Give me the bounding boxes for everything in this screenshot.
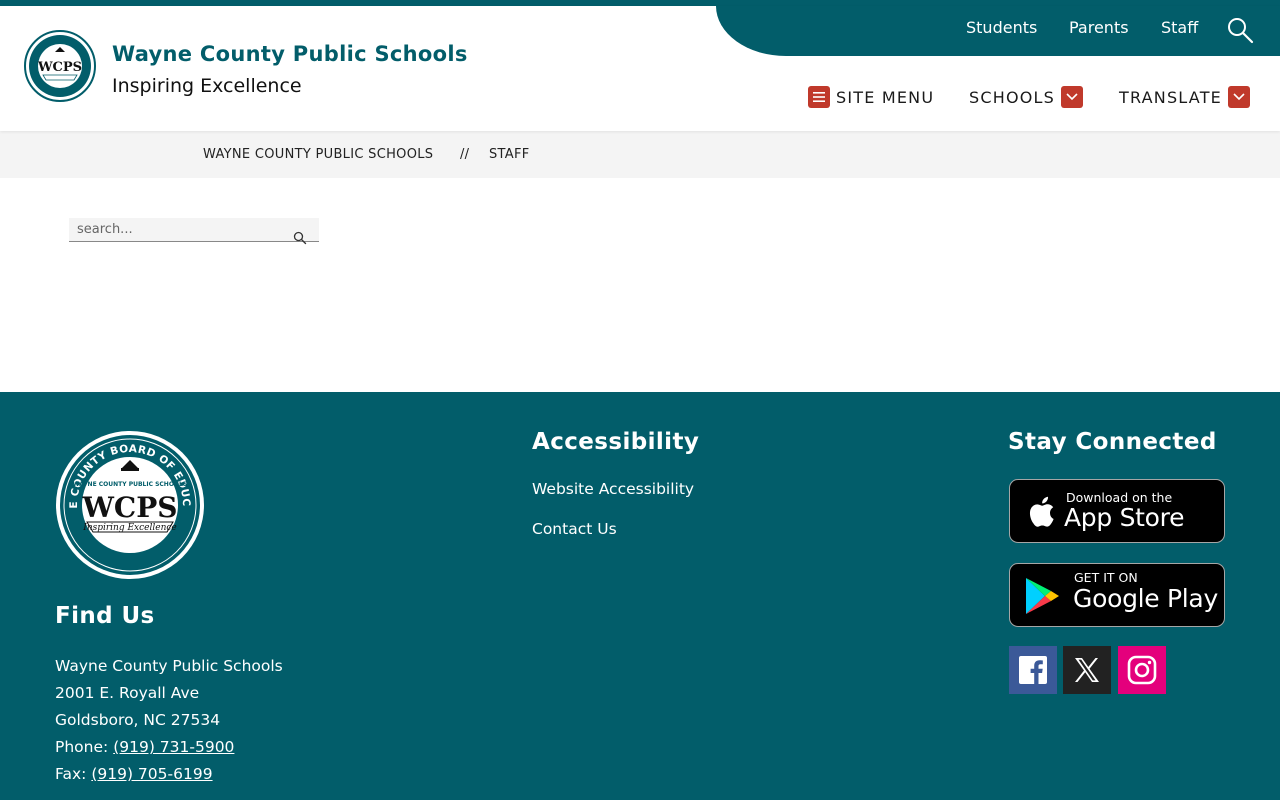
top-link-staff[interactable]: Staff xyxy=(1161,18,1198,37)
staff-search-box xyxy=(69,218,319,245)
schools-dropdown[interactable]: SCHOOLS xyxy=(969,86,1084,108)
google-play-badge[interactable]: GET IT ON Google Play xyxy=(1009,563,1225,627)
district-seal-logo: WAYNE COUNTY BOARD OF EDUCATION Goldsbor… xyxy=(55,430,204,579)
site-header: WCPS Wayne County Public Schools Inspiri… xyxy=(0,6,1280,131)
breadcrumb: WAYNE COUNTY PUBLIC SCHOOLS // STAFF xyxy=(0,131,1280,178)
facebook-link[interactable] xyxy=(1009,646,1057,694)
accessibility-heading: Accessibility xyxy=(532,429,700,455)
svg-text:WAYNE COUNTY PUBLIC SCHOOLS: WAYNE COUNTY PUBLIC SCHOOLS xyxy=(73,481,187,488)
website-accessibility-link[interactable]: Website Accessibility xyxy=(532,480,694,498)
chevron-down-icon xyxy=(1227,86,1250,108)
breadcrumb-home[interactable]: WAYNE COUNTY PUBLIC SCHOOLS xyxy=(203,147,433,162)
app-store-big-text: App Store xyxy=(1064,503,1185,532)
fax-link[interactable]: (919) 705-6199 xyxy=(91,765,212,783)
apple-icon xyxy=(1029,496,1054,527)
site-title[interactable]: Wayne County Public Schools xyxy=(112,42,468,66)
phone-label: Phone: xyxy=(55,738,109,756)
address-name: Wayne County Public Schools xyxy=(55,657,283,675)
top-link-parents[interactable]: Parents xyxy=(1069,18,1129,37)
stay-connected-heading: Stay Connected xyxy=(1008,429,1217,455)
schools-label: SCHOOLS xyxy=(969,87,1056,107)
svg-text:WCPS: WCPS xyxy=(81,491,177,524)
find-us-heading: Find Us xyxy=(55,603,155,629)
google-play-small-text: GET IT ON xyxy=(1074,570,1138,585)
fax-label: Fax: xyxy=(55,765,87,783)
chevron-down-icon xyxy=(1061,86,1084,108)
site-menu-label: SITE MENU xyxy=(836,87,935,107)
search-input[interactable] xyxy=(69,218,289,241)
google-play-big-text: Google Play xyxy=(1073,584,1218,613)
site-footer: WAYNE COUNTY BOARD OF EDUCATION Goldsbor… xyxy=(0,392,1280,800)
instagram-link[interactable] xyxy=(1118,646,1166,694)
breadcrumb-separator: // xyxy=(460,147,470,162)
phone-link[interactable]: (919) 731-5900 xyxy=(113,738,234,756)
site-menu-button[interactable]: SITE MENU xyxy=(808,86,934,108)
breadcrumb-current: STAFF xyxy=(489,147,530,162)
svg-text:WCPS: WCPS xyxy=(37,60,82,75)
address-city: Goldsboro, NC 27534 xyxy=(55,711,221,729)
facebook-icon xyxy=(1019,656,1047,684)
x-link[interactable] xyxy=(1063,646,1111,694)
district-logo[interactable]: WCPS xyxy=(24,30,96,102)
svg-text:Inspiring Excellence: Inspiring Excellence xyxy=(82,523,176,533)
instagram-icon xyxy=(1127,655,1157,685)
contact-us-link[interactable]: Contact Us xyxy=(532,520,617,538)
google-play-icon xyxy=(1026,578,1059,614)
address-street: 2001 E. Royall Ave xyxy=(55,684,200,702)
app-store-badge[interactable]: Download on the App Store xyxy=(1009,479,1225,543)
site-tagline: Inspiring Excellence xyxy=(112,75,302,97)
phone-line: Phone: (919) 731-5900 xyxy=(55,738,234,756)
translate-label: TRANSLATE xyxy=(1119,87,1222,107)
top-link-students[interactable]: Students xyxy=(966,18,1037,37)
translate-dropdown[interactable]: TRANSLATE xyxy=(1119,86,1250,108)
search-icon[interactable] xyxy=(293,231,307,245)
x-icon xyxy=(1075,658,1099,682)
menu-icon xyxy=(808,86,830,108)
search-icon[interactable] xyxy=(1226,16,1254,44)
fax-line: Fax: (919) 705-6199 xyxy=(55,765,213,783)
